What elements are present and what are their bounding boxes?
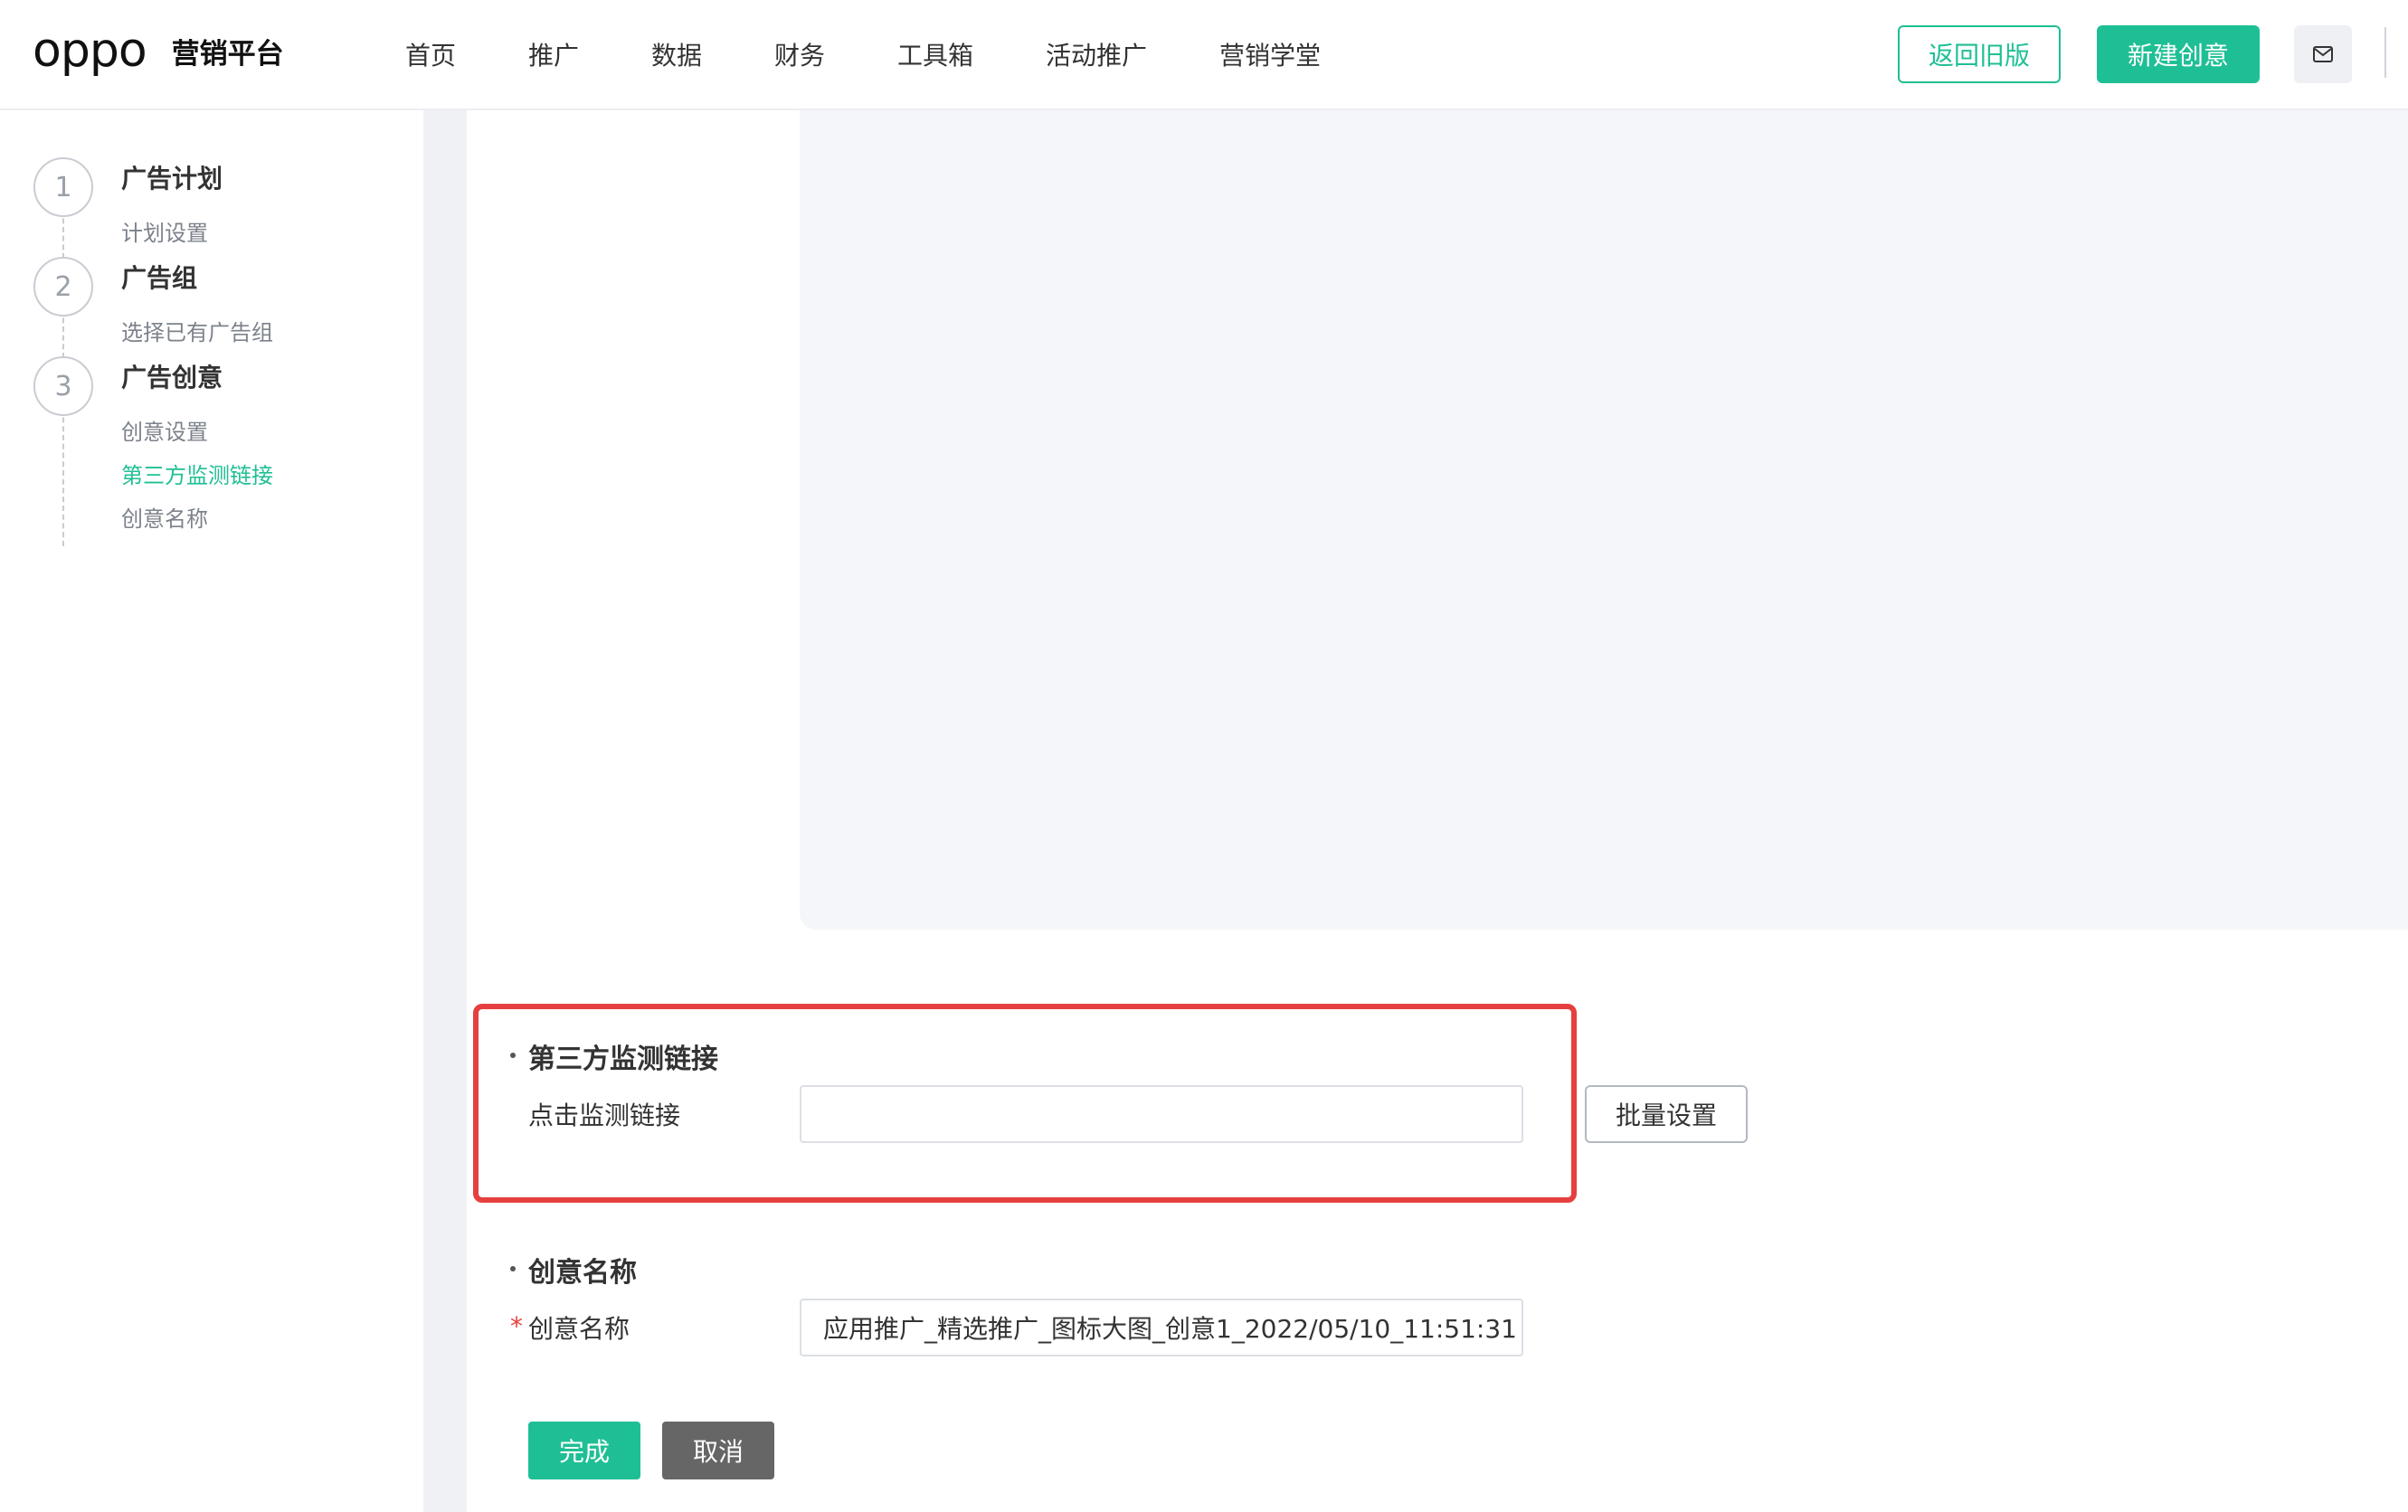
required-mark: *: [510, 1311, 523, 1341]
creative-preview-area: [800, 110, 2408, 930]
new-creative-button[interactable]: 新建创意: [2097, 25, 2260, 83]
step-title-ad-creative[interactable]: 广告创意: [121, 358, 223, 394]
cancel-button[interactable]: 取消: [662, 1422, 774, 1479]
batch-setting-button[interactable]: 批量设置: [1585, 1085, 1748, 1143]
step-sub-creative-settings[interactable]: 创意设置: [121, 414, 208, 446]
nav-item-toolbox[interactable]: 工具箱: [897, 36, 973, 72]
step-number-1: 1: [33, 157, 93, 217]
done-button[interactable]: 完成: [528, 1422, 640, 1479]
return-old-version-button[interactable]: 返回旧版: [1898, 25, 2061, 83]
mail-button[interactable]: [2294, 25, 2352, 83]
main-content: 第三方监测链接 点击监测链接 批量设置 创意名称 * 创意名称 应用推广_精选推…: [467, 110, 2408, 1512]
step-number-3: 3: [33, 356, 93, 416]
platform-name: 营销平台: [171, 37, 284, 71]
step-sidebar: 1 广告计划 计划设置 2 广告组 选择已有广告组 3 广告创意 创意设置 第三…: [0, 110, 423, 1512]
mail-icon: [2313, 46, 2333, 62]
creative-name-label: 创意名称: [528, 1314, 630, 1344]
step-sub-plan-settings[interactable]: 计划设置: [121, 215, 208, 247]
oppo-logo[interactable]: oppo 营销平台: [33, 25, 284, 76]
step-sub-third-party-tracking[interactable]: 第三方监测链接: [121, 458, 273, 489]
nav-item-data[interactable]: 数据: [651, 36, 702, 72]
creative-name-input[interactable]: 应用推广_精选推广_图标大图_创意1_2022/05/10_11:51:31: [800, 1299, 1523, 1356]
header-divider: [2384, 27, 2386, 78]
nav-item-finance[interactable]: 财务: [774, 36, 825, 72]
step-title-ad-plan[interactable]: 广告计划: [121, 159, 223, 195]
click-tracking-label: 点击监测链接: [528, 1101, 681, 1130]
top-navigation-bar: oppo 营销平台 首页 推广 数据 财务 工具箱 活动推广 营销学堂 返回旧版…: [0, 0, 2408, 110]
step-connector: [62, 400, 64, 546]
name-section-title: 创意名称: [528, 1257, 637, 1289]
nav-item-promotion[interactable]: 推广: [528, 36, 579, 72]
section-bullet: [510, 1053, 516, 1058]
logo-mark: oppo: [33, 24, 147, 78]
tracking-section-title: 第三方监测链接: [528, 1044, 718, 1075]
nav-item-marketing-academy[interactable]: 营销学堂: [1219, 36, 1321, 72]
step-sub-creative-name[interactable]: 创意名称: [121, 501, 208, 533]
step-title-ad-group[interactable]: 广告组: [121, 259, 197, 295]
step-sub-select-group[interactable]: 选择已有广告组: [121, 315, 273, 346]
section-bullet: [510, 1266, 516, 1271]
nav-item-activity-promotion[interactable]: 活动推广: [1046, 36, 1147, 72]
nav-item-home[interactable]: 首页: [405, 36, 456, 72]
step-number-2: 2: [33, 257, 93, 317]
content-gutter: [423, 110, 467, 1512]
click-tracking-input[interactable]: [800, 1085, 1523, 1143]
